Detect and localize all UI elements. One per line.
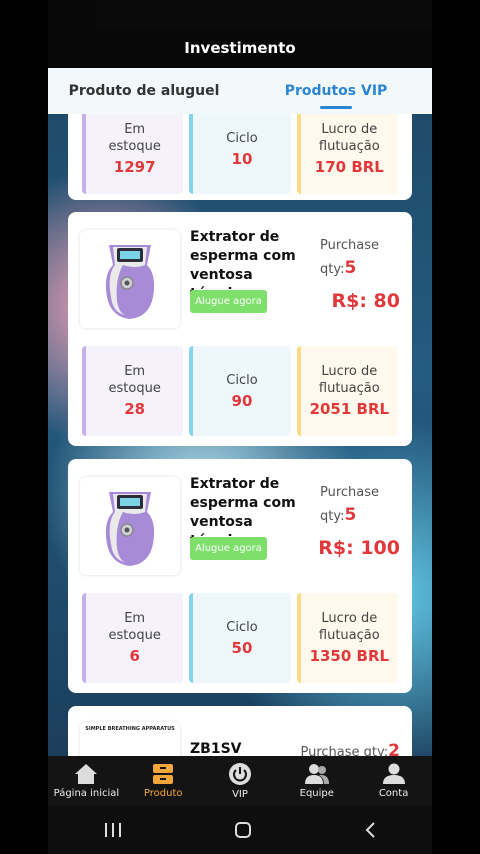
team-icon [304, 764, 329, 784]
profit-value: 1350 BRL [309, 647, 390, 665]
cycle-stat: Ciclo 90 [189, 346, 291, 436]
cycle-stat: Ciclo 10 [189, 114, 291, 194]
tab-vip-products[interactable]: Produtos VIP [240, 68, 432, 114]
stats-row: Em estoque 1297 Ciclo 10 Lucro de flutuaçã… [82, 114, 398, 194]
account-icon [382, 763, 405, 784]
profit-stat: Lucro de flutuação 170 BRL [296, 114, 398, 194]
cycle-value: 90 [231, 391, 253, 410]
cycle-value: 50 [231, 638, 253, 657]
product-image: SIMPLE BREATHING APPARATUS [80, 722, 180, 756]
stock-label: Em estoque [108, 611, 161, 643]
stats-row: Em estoque 6 Ciclo 50 Lucro de flutuação 1… [82, 593, 398, 683]
stats-row: Em estoque 28 Ciclo 90 Lucro de flutuação … [82, 346, 398, 436]
tab-rental-products[interactable]: Produto de aluguel [48, 68, 240, 114]
profit-label: Lucro de flutuação [318, 364, 380, 396]
qty-value: 5 [344, 258, 357, 278]
product-card[interactable]: Extrator de esperma com ventosa térmica … [68, 459, 412, 693]
cycle-label: Ciclo [226, 372, 258, 388]
product-card[interactable]: SIMPLE BREATHING APPARATUS ZB1SV Purchas… [68, 706, 412, 756]
product-icon [153, 764, 174, 784]
bottom-nav: Página inicial Produto VIP Equipe Conta [48, 756, 432, 806]
nav-team[interactable]: Equipe [278, 756, 355, 806]
purchase-qty: Purchase qty:5 [320, 485, 380, 525]
product-image [80, 477, 180, 575]
system-nav-bar [48, 806, 432, 854]
profit-value: 170 BRL [314, 158, 384, 176]
nav-label: Equipe [299, 788, 334, 799]
cycle-value: 10 [231, 149, 253, 168]
back-icon[interactable] [364, 821, 376, 839]
tab-bar: Produto de aluguel Produtos VIP [48, 68, 432, 114]
profit-stat: Lucro de flutuação 2051 BRL [296, 346, 398, 436]
stock-label: Em estoque [108, 122, 161, 154]
product-price: R$: 80 [331, 290, 400, 312]
product-card-partial: Em estoque 1297 Ciclo 10 Lucro de flutuaçã… [68, 114, 412, 200]
stock-label: Em estoque [108, 364, 161, 396]
profit-label: Lucro de flutuação [318, 122, 380, 154]
cycle-label: Ciclo [226, 619, 258, 635]
product-price: R$: 100 [318, 537, 400, 559]
profit-stat: Lucro de flutuação 1350 BRL [296, 593, 398, 683]
power-icon [228, 763, 251, 785]
stock-value: 1297 [113, 158, 156, 176]
status-bar [96, 0, 432, 28]
stock-value: 6 [129, 647, 140, 665]
nav-label: Conta [378, 788, 409, 799]
product-image-text: SIMPLE BREATHING APPARATUS [85, 726, 175, 732]
nav-label: VIP [232, 789, 248, 800]
stock-stat: Em estoque 28 [82, 346, 184, 436]
cycle-stat: Ciclo 50 [189, 593, 291, 683]
purchase-qty: Purchase qty:5 [320, 238, 380, 278]
qty-value: 5 [344, 505, 357, 525]
home-button-icon[interactable] [234, 821, 252, 839]
nav-label: Página inicial [53, 788, 120, 799]
page-title: Investimento [184, 39, 296, 57]
stock-stat: Em estoque 6 [82, 593, 184, 683]
stock-stat: Em estoque 1297 [82, 114, 184, 194]
product-card[interactable]: Extrator de esperma com ventosa térmica … [68, 212, 412, 446]
nav-label: Produto [143, 788, 183, 799]
cycle-label: Ciclo [226, 130, 258, 146]
home-icon [75, 764, 98, 784]
recent-apps-icon[interactable] [104, 822, 122, 838]
qty-value: 2 [388, 741, 400, 756]
rent-now-button[interactable]: Alugue agora [190, 290, 267, 313]
product-name: ZB1SV [190, 741, 242, 756]
nav-account[interactable]: Conta [355, 756, 432, 806]
rent-now-button[interactable]: Alugue agora [190, 537, 267, 560]
product-image [80, 230, 180, 328]
profit-label: Lucro de flutuação [318, 611, 380, 643]
nav-product[interactable]: Produto [125, 756, 202, 806]
product-list[interactable]: Em estoque 1297 Ciclo 10 Lucro de flutuaçã… [48, 114, 432, 756]
purchase-qty: Purchase qty:2 [301, 740, 401, 756]
nav-vip[interactable]: VIP [202, 756, 279, 806]
app-frame: Investimento Produto de aluguel Produtos… [48, 0, 432, 854]
stock-value: 28 [124, 400, 146, 418]
profit-value: 2051 BRL [309, 400, 390, 418]
nav-home[interactable]: Página inicial [48, 756, 125, 806]
